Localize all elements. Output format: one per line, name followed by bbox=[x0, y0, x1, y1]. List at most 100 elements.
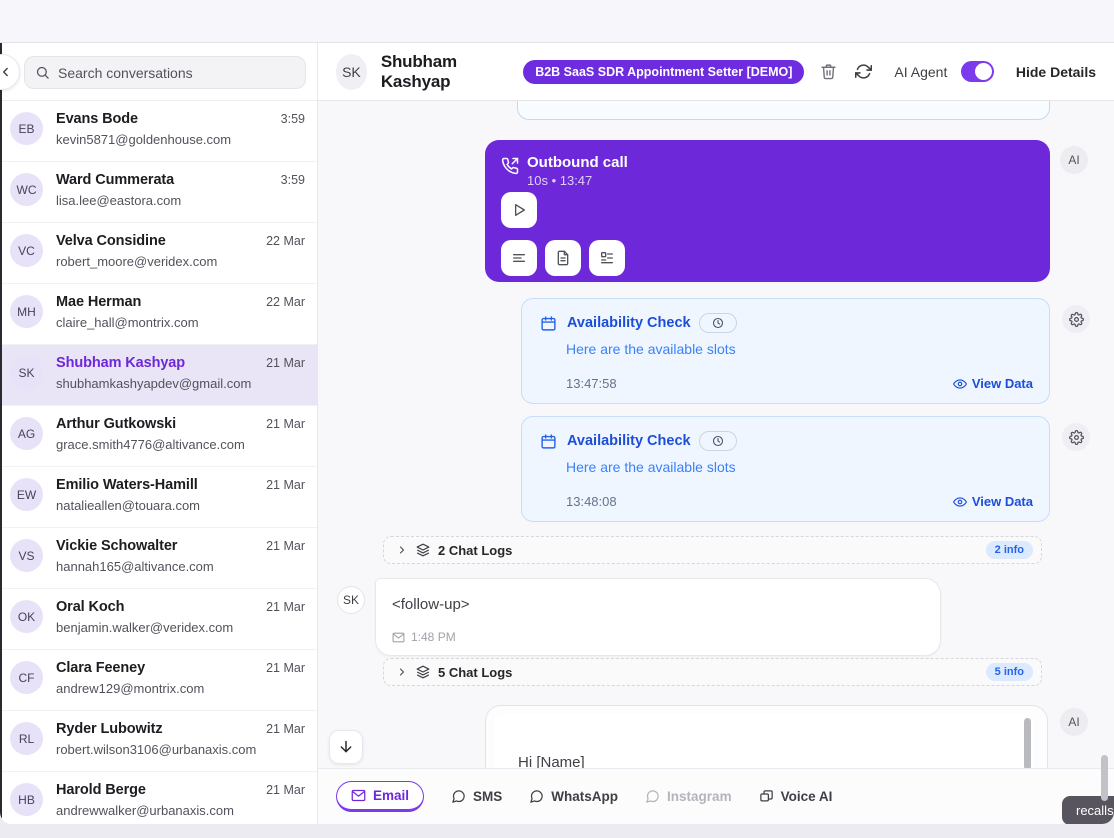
avatar: EW bbox=[10, 478, 43, 511]
conversation-list-item[interactable]: CF Clara Feeney andrew129@montrix.com 21… bbox=[0, 650, 317, 711]
conversation-list-item[interactable]: SK Shubham Kashyap shubhamkashyapdev@gma… bbox=[0, 345, 317, 406]
conversation-time: 22 Mar bbox=[266, 234, 305, 248]
call-transcript-button[interactable] bbox=[501, 240, 537, 276]
call-title: Outbound call bbox=[527, 154, 628, 172]
conversation-list-item[interactable]: EB Evans Bode kevin5871@goldenhouse.com … bbox=[0, 101, 317, 162]
chevron-right-icon bbox=[396, 544, 408, 556]
tool-card-header: Availability Check bbox=[540, 431, 1033, 451]
conversation-time: 3:59 bbox=[281, 112, 305, 126]
chat-logs-label: 5 Chat Logs bbox=[438, 665, 978, 680]
refresh-button[interactable] bbox=[853, 61, 874, 82]
call-card-header: Outbound call 10s • 13:47 bbox=[501, 154, 628, 190]
call-actions bbox=[501, 240, 625, 276]
tab-voice-ai[interactable]: Voice AI bbox=[759, 789, 833, 804]
call-details-button[interactable] bbox=[589, 240, 625, 276]
tool-settings-button[interactable] bbox=[1062, 305, 1090, 333]
contact-name: Ryder Lubowitz bbox=[56, 719, 253, 740]
arrow-down-icon bbox=[338, 739, 354, 755]
contact-avatar: SK bbox=[336, 54, 367, 90]
conversation-list-item[interactable]: RL Ryder Lubowitz robert.wilson3106@urba… bbox=[0, 711, 317, 772]
window-left-edge bbox=[0, 43, 2, 824]
chat-bubble-icon bbox=[529, 789, 544, 804]
conversation-list-item[interactable]: AG Arthur Gutkowski grace.smith4776@alti… bbox=[0, 406, 317, 467]
hide-details-button[interactable]: Hide Details bbox=[1016, 64, 1096, 80]
contact-email: lisa.lee@eastora.com bbox=[56, 191, 268, 211]
tool-settings-button[interactable] bbox=[1062, 423, 1090, 451]
call-meta: 10s • 13:47 bbox=[527, 172, 628, 190]
conversation-list-item[interactable]: HB Harold Berge andrewwalker@urbanaxis.c… bbox=[0, 772, 317, 824]
contact-name: Ward Cummerata bbox=[56, 170, 268, 191]
contact-name: Emilio Waters-Hamill bbox=[56, 475, 253, 496]
conversation-list-item[interactable]: OK Oral Koch benjamin.walker@veridex.com… bbox=[0, 589, 317, 650]
draft-scrollbar[interactable] bbox=[1024, 718, 1031, 768]
tool-card-message: Here are the available slots bbox=[566, 459, 1033, 475]
conversation-texts: Shubham Kashyap shubhamkashyapdev@gmail.… bbox=[56, 353, 253, 394]
search-box bbox=[24, 56, 306, 89]
info-count-badge: 5 info bbox=[986, 663, 1033, 681]
ai-avatar: AI bbox=[1060, 146, 1088, 174]
chevron-left-icon bbox=[0, 65, 13, 79]
avatar: SK bbox=[10, 356, 43, 389]
tool-card-title: Availability Check bbox=[567, 433, 691, 449]
tab-email[interactable]: Email bbox=[336, 781, 424, 812]
contact-name: Mae Herman bbox=[56, 292, 253, 313]
delete-conversation-button[interactable] bbox=[818, 61, 839, 82]
mail-icon bbox=[392, 631, 405, 644]
clock-icon bbox=[712, 317, 724, 329]
page-scrollbar[interactable] bbox=[1101, 755, 1108, 801]
conversation-texts: Mae Herman claire_hall@montrix.com bbox=[56, 292, 253, 333]
search-input[interactable] bbox=[58, 65, 295, 81]
eye-icon bbox=[953, 495, 967, 509]
view-data-button[interactable]: View Data bbox=[953, 494, 1033, 509]
conversation-time: 21 Mar bbox=[266, 356, 305, 370]
tool-card-time: 13:47:58 bbox=[566, 376, 617, 391]
view-data-button[interactable]: View Data bbox=[953, 376, 1033, 391]
chat-bubble-icon bbox=[451, 789, 466, 804]
ai-agent-toggle[interactable] bbox=[961, 61, 994, 82]
conversation-list-item[interactable]: EW Emilio Waters-Hamill natalieallen@tou… bbox=[0, 467, 317, 528]
contact-email: hannah165@altivance.com bbox=[56, 557, 253, 577]
phone-outgoing-icon bbox=[501, 157, 519, 190]
tool-card-footer: 13:47:58 View Data bbox=[566, 376, 1033, 391]
ai-draft-message-body: Hi [Name] bbox=[494, 714, 1033, 768]
conversation-time: 3:59 bbox=[281, 173, 305, 187]
conversation-time: 21 Mar bbox=[266, 600, 305, 614]
tool-card-footer: 13:48:08 View Data bbox=[566, 494, 1033, 509]
gear-icon bbox=[1069, 430, 1084, 445]
tab-whatsapp[interactable]: WhatsApp bbox=[529, 789, 618, 804]
contact-name: Vickie Schowalter bbox=[56, 536, 253, 557]
contact-name: Arthur Gutkowski bbox=[56, 414, 253, 435]
avatar: OK bbox=[10, 600, 43, 633]
file-text-icon bbox=[555, 250, 571, 266]
ai-draft-message-card: Hi [Name] bbox=[485, 705, 1048, 768]
chat-message-area: Outbound call 10s • 13:47 bbox=[318, 101, 1114, 768]
tab-instagram-label: Instagram bbox=[667, 789, 732, 804]
chat-logs-expander[interactable]: 5 Chat Logs 5 info bbox=[383, 658, 1042, 686]
scroll-to-bottom-button[interactable] bbox=[329, 730, 363, 764]
avatar: VC bbox=[10, 234, 43, 267]
conversation-list-item[interactable]: VC Velva Considine robert_moore@veridex.… bbox=[0, 223, 317, 284]
trash-icon bbox=[820, 63, 837, 80]
play-recording-button[interactable] bbox=[501, 192, 537, 228]
tab-instagram[interactable]: Instagram bbox=[645, 789, 732, 804]
avatar: AG bbox=[10, 417, 43, 450]
chat-logs-expander[interactable]: 2 Chat Logs 2 info bbox=[383, 536, 1042, 564]
conversation-list-item[interactable]: WC Ward Cummerata lisa.lee@eastora.com 3… bbox=[0, 162, 317, 223]
chevron-right-icon bbox=[396, 666, 408, 678]
conversation-list-item[interactable]: MH Mae Herman claire_hall@montrix.com 22… bbox=[0, 284, 317, 345]
conversation-list-item[interactable]: VS Vickie Schowalter hannah165@altivance… bbox=[0, 528, 317, 589]
conversation-time: 21 Mar bbox=[266, 783, 305, 797]
tool-card-header: Availability Check bbox=[540, 313, 1033, 333]
call-summary-button[interactable] bbox=[545, 240, 581, 276]
contact-email: andrew129@montrix.com bbox=[56, 679, 253, 699]
mail-icon bbox=[351, 788, 366, 803]
play-icon bbox=[511, 202, 527, 218]
tab-sms[interactable]: SMS bbox=[451, 789, 502, 804]
conversation-time: 21 Mar bbox=[266, 417, 305, 431]
user-message-time: 1:48 PM bbox=[411, 630, 456, 644]
eye-icon bbox=[953, 377, 967, 391]
contact-email: grace.smith4776@altivance.com bbox=[56, 435, 253, 455]
conversation-sidebar: EB Evans Bode kevin5871@goldenhouse.com … bbox=[0, 43, 318, 824]
transcript-lines-icon bbox=[511, 250, 527, 266]
conversation-texts: Harold Berge andrewwalker@urbanaxis.com bbox=[56, 780, 253, 821]
